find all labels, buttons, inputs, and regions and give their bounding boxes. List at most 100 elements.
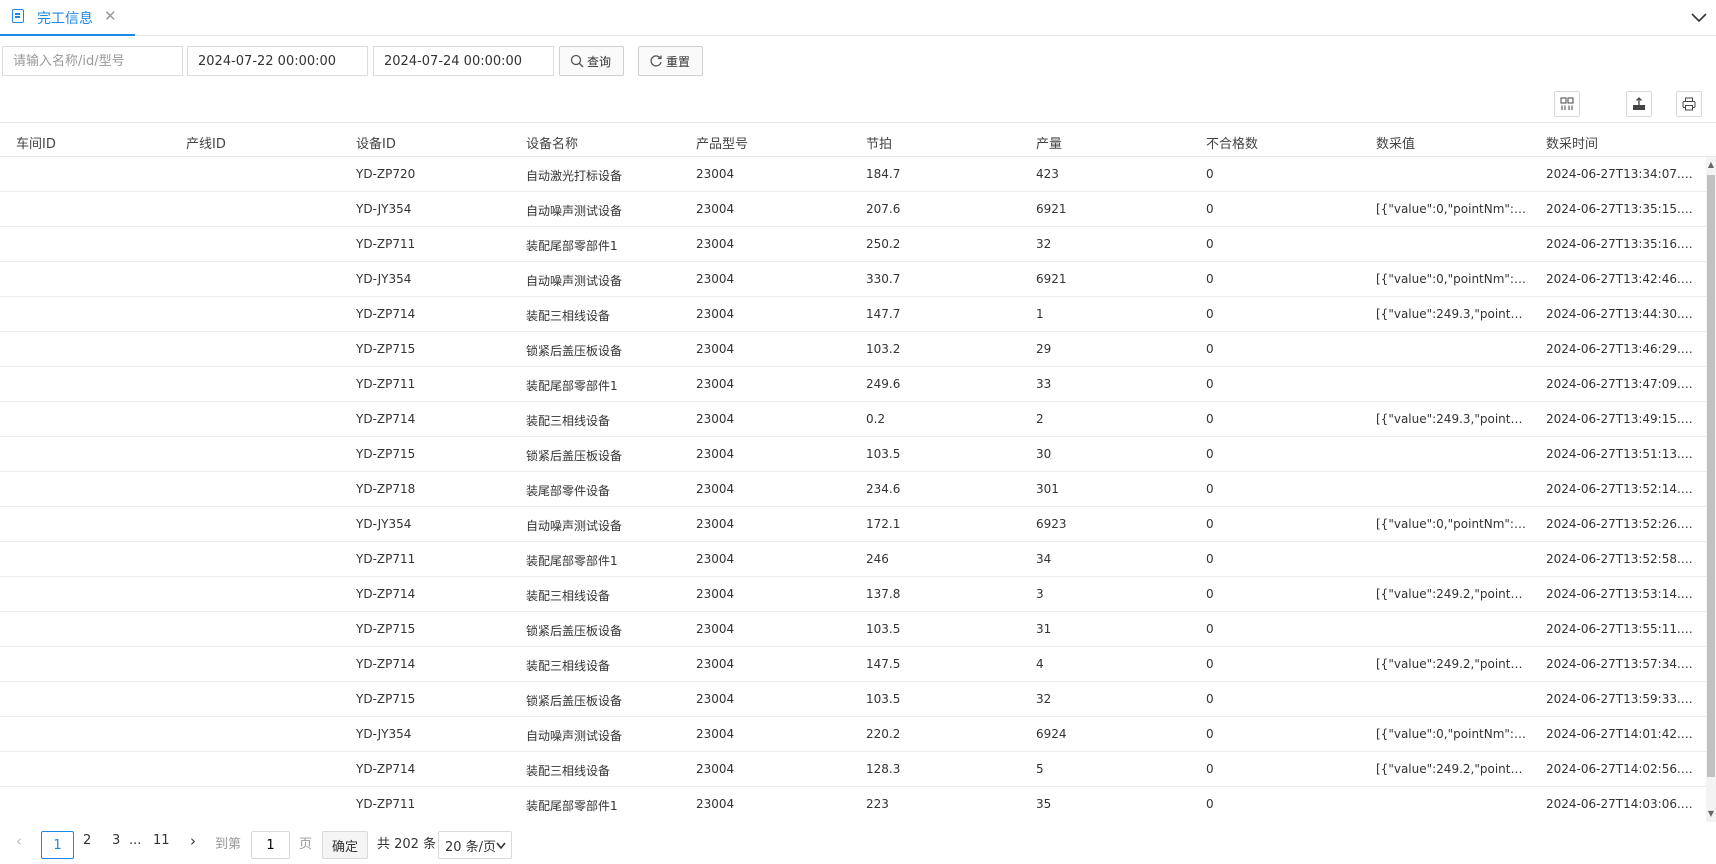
table-row[interactable]: YD-ZP720 自动激光打标设备 23004 184.7 423 0 2024-06-27… [0, 157, 1706, 192]
end-date-input[interactable] [373, 46, 554, 76]
cell-collected-time: 2024-06-27T13:49:15.1... [1546, 412, 1696, 426]
cell-collected-time: 2024-06-27T13:57:34.6... [1546, 657, 1696, 671]
cell-defect-count: 0 [1206, 377, 1214, 391]
table-row[interactable]: YD-ZP714 装配三相线设备 23004 137.8 3 0 [{"value":249… [0, 577, 1706, 612]
cell-cycle-time: 147.7 [866, 307, 901, 321]
cell-cycle-time: 0.2 [866, 412, 886, 426]
cell-collected-time: 2024-06-27T13:47:09.2... [1546, 377, 1696, 391]
scroll-up-icon[interactable]: ▲ [1706, 160, 1716, 170]
table-row[interactable]: YD-ZP714 装配三相线设备 23004 0.2 2 0 [{"value":249.3… [0, 402, 1706, 437]
table-row[interactable]: YD-ZP711 装配尾部零部件1 23004 246 34 0 2024-06-27T13… [0, 542, 1706, 577]
cell-collected-time: 2024-06-27T13:52:58.5... [1546, 552, 1696, 566]
page-1[interactable]: 1 [41, 831, 74, 859]
cell-defect-count: 0 [1206, 237, 1214, 251]
cell-cycle-time: 184.7 [866, 167, 901, 181]
chevron-down-icon[interactable] [1690, 8, 1708, 26]
goto-page-input[interactable] [251, 831, 290, 859]
page-suffix: 页 [299, 837, 313, 852]
cell-device-name: 装配三相线设备 [526, 589, 611, 603]
table-row[interactable]: YD-ZP715 锁紧后盖压板设备 23004 103.2 29 0 2024-06-27T… [0, 332, 1706, 367]
cell-cycle-time: 172.1 [866, 517, 901, 531]
next-page-icon[interactable]: › [190, 832, 196, 850]
column-header-device-name[interactable]: 设备名称 [526, 133, 578, 152]
table-row[interactable]: YD-ZP714 装配三相线设备 23004 147.5 4 0 [{"value":249… [0, 647, 1706, 682]
prev-page-icon[interactable]: ‹ [16, 832, 22, 850]
cell-cycle-time: 103.5 [866, 692, 901, 706]
table-row[interactable]: YD-ZP718 装尾部零件设备 23004 234.6 301 0 2024-06-27T… [0, 472, 1706, 507]
cell-device-name: 锁紧后盖压板设备 [526, 624, 623, 638]
column-header-device-id[interactable]: 设备ID [356, 133, 396, 152]
cell-device-id: YD-ZP714 [356, 657, 416, 671]
cell-product-model: 23004 [696, 552, 735, 566]
cell-output: 34 [1036, 552, 1052, 566]
cell-collected-time: 2024-06-27T13:52:26.7... [1546, 517, 1696, 531]
cell-device-name: 装配尾部零部件1 [526, 799, 618, 813]
table-row[interactable]: YD-ZP711 装配尾部零部件1 23004 250.2 32 0 2024-06-27T… [0, 227, 1706, 262]
cell-defect-count: 0 [1206, 447, 1214, 461]
cell-device-id: YD-JY354 [356, 272, 412, 286]
page-2[interactable]: 2 [83, 833, 91, 848]
cell-device-id: YD-ZP720 [356, 167, 416, 181]
search-input[interactable] [2, 46, 183, 76]
pagination-ellipsis[interactable]: ... [129, 833, 141, 848]
column-header-defect-count[interactable]: 不合格数 [1206, 133, 1258, 152]
goto-confirm-button[interactable]: 确定 [322, 831, 368, 859]
print-button[interactable] [1676, 91, 1702, 117]
table-row[interactable]: YD-ZP715 锁紧后盖压板设备 23004 103.5 31 0 2024-06-27T… [0, 612, 1706, 647]
vertical-scrollbar[interactable]: ▲ ▼ [1706, 157, 1716, 822]
start-date-input[interactable] [187, 46, 368, 76]
cell-product-model: 23004 [696, 797, 735, 811]
column-header-output[interactable]: 产量 [1036, 133, 1062, 152]
cell-cycle-time: 137.8 [866, 587, 901, 601]
cell-collected-value: [{"value":249.3,"pointN... [1376, 307, 1526, 321]
table-row[interactable]: YD-ZP714 装配三相线设备 23004 128.3 5 0 [{"value":249… [0, 752, 1706, 787]
cell-collected-time: 2024-06-27T13:35:15.2... [1546, 202, 1696, 216]
cell-device-id: YD-ZP711 [356, 797, 416, 811]
table-row[interactable]: YD-JY354 自动噪声测试设备 23004 172.1 6923 0 [{"value"… [0, 507, 1706, 542]
cell-collected-time: 2024-06-27T13:59:33.7... [1546, 692, 1696, 706]
cell-collected-value: [{"value":0,"pointNm":"d... [1376, 517, 1526, 531]
column-header-collected-time[interactable]: 数采时间 [1546, 133, 1598, 152]
table-row[interactable]: YD-ZP714 装配三相线设备 23004 147.7 1 0 [{"value":249… [0, 297, 1706, 332]
column-header-collected-value[interactable]: 数采值 [1376, 133, 1415, 152]
table-row[interactable]: YD-JY354 自动噪声测试设备 23004 207.6 6921 0 [{"value"… [0, 192, 1706, 227]
reset-button[interactable]: 重置 [638, 46, 703, 76]
cell-device-name: 锁紧后盖压板设备 [526, 344, 623, 358]
column-header-product-model[interactable]: 产品型号 [696, 133, 748, 152]
column-header-workshop-id[interactable]: 车间ID [16, 133, 56, 152]
page-last[interactable]: 11 [153, 833, 170, 848]
table-row[interactable]: YD-JY354 自动噪声测试设备 23004 330.7 6921 0 [{"value"… [0, 262, 1706, 297]
cell-device-name: 装尾部零件设备 [526, 484, 611, 498]
scrollbar-thumb[interactable] [1707, 175, 1715, 777]
cell-product-model: 23004 [696, 587, 735, 601]
cell-collected-value: [{"value":249.2,"pointN... [1376, 587, 1526, 601]
cell-defect-count: 0 [1206, 412, 1214, 426]
query-button[interactable]: 查询 [559, 46, 624, 76]
column-header-cycle-time[interactable]: 节拍 [866, 133, 892, 152]
table-row[interactable]: YD-ZP711 装配尾部零部件1 23004 249.6 33 0 2024-06-27T… [0, 367, 1706, 402]
scroll-down-icon[interactable]: ▼ [1706, 809, 1716, 819]
page-size-value: 20 条/页 [445, 839, 497, 855]
page-size-select[interactable]: 20 条/页 [438, 831, 512, 859]
cell-collected-time: 2024-06-27T13:42:46.5... [1546, 272, 1696, 286]
cell-device-name: 自动激光打标设备 [526, 169, 623, 183]
column-header-line-id[interactable]: 产线ID [186, 133, 226, 152]
column-settings-button[interactable] [1554, 91, 1580, 117]
cell-output: 32 [1036, 692, 1052, 706]
cell-product-model: 23004 [696, 657, 735, 671]
cell-collected-time: 2024-06-27T14:02:56.6... [1546, 762, 1696, 776]
tab-label: 完工信息 [37, 11, 93, 27]
cell-device-name: 装配尾部零部件1 [526, 239, 618, 253]
cell-product-model: 23004 [696, 762, 735, 776]
table-row[interactable]: YD-ZP715 锁紧后盖压板设备 23004 103.5 32 0 2024-06-27T… [0, 682, 1706, 717]
cell-cycle-time: 103.5 [866, 622, 901, 636]
table-row[interactable]: YD-JY354 自动噪声测试设备 23004 220.2 6924 0 [{"value"… [0, 717, 1706, 752]
close-icon[interactable]: ✕ [104, 7, 117, 25]
print-icon [1682, 97, 1696, 111]
cell-device-name: 自动噪声测试设备 [526, 729, 623, 743]
table-row[interactable]: YD-ZP715 锁紧后盖压板设备 23004 103.5 30 0 2024-06-27T… [0, 437, 1706, 472]
tab-completion-info[interactable]: 完工信息 ✕ [0, 0, 135, 36]
export-button[interactable] [1626, 91, 1652, 117]
table-row[interactable]: YD-ZP711 装配尾部零部件1 23004 223 35 0 2024-06-27T14… [0, 787, 1706, 817]
page-3[interactable]: 3 [112, 833, 120, 848]
